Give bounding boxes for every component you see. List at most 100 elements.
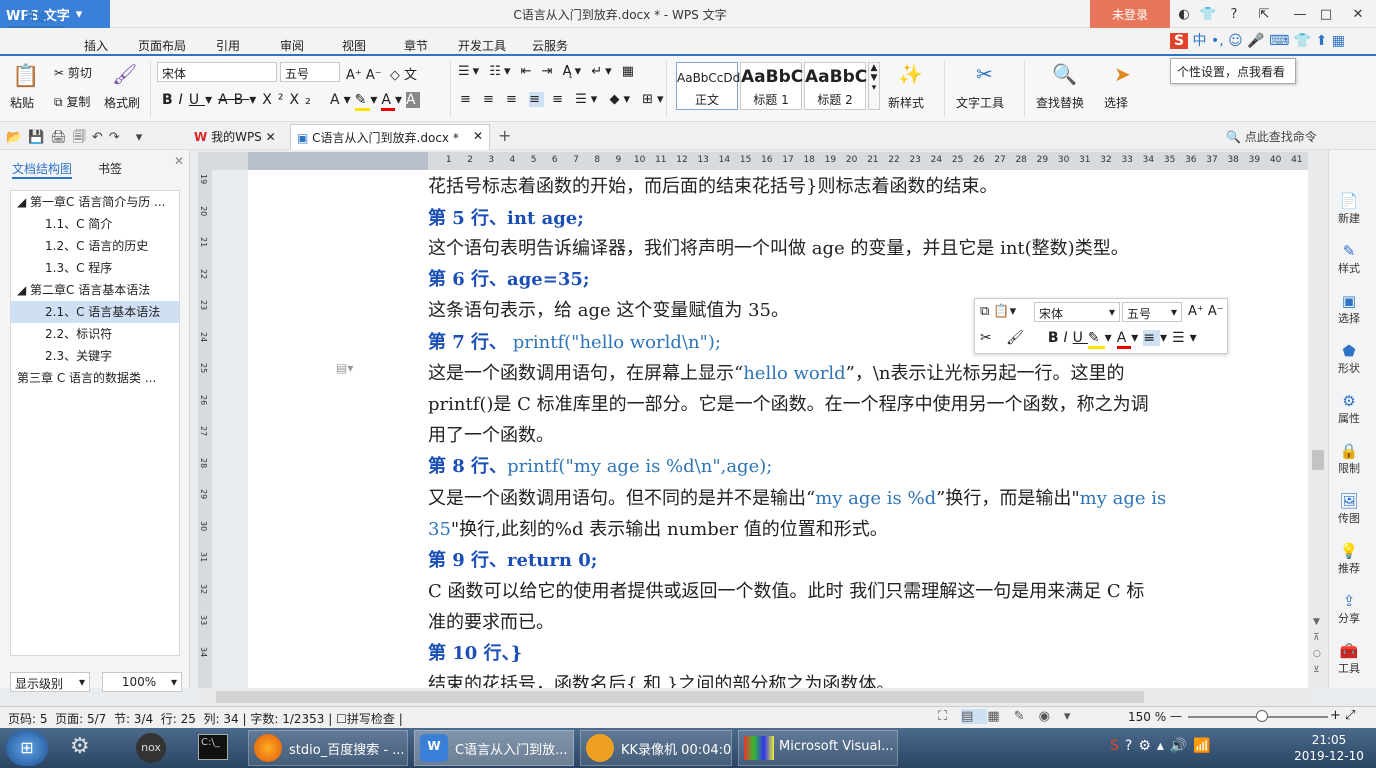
zoom-out-icon[interactable]: — <box>1170 709 1182 723</box>
outline-item[interactable]: 1.2、C 语言的历史 <box>11 235 179 257</box>
view-buttons[interactable]: ⛶▤▦✎◉▾ <box>938 709 1084 724</box>
task-pane-select[interactable]: ▣ 选择 <box>1329 292 1369 326</box>
maximize-button[interactable]: □ <box>1314 4 1338 24</box>
mini-font-grow-shrink[interactable]: A⁺ A⁻ <box>1188 304 1224 319</box>
ime-toolbar[interactable]: S 中 •, ☺ 🎤 ⌨ 👕 ⬆ ▦ <box>1170 30 1370 50</box>
task-pane-recommend[interactable]: 💡 推荐 <box>1329 542 1369 576</box>
task-pane-share[interactable]: ⇪ 分享 <box>1329 592 1369 626</box>
start-button[interactable]: ⊞ <box>6 730 48 766</box>
vertical-scrollbar[interactable] <box>1310 150 1326 688</box>
tab-cloud[interactable]: 云服务 <box>532 37 568 54</box>
help-icon[interactable]: ? <box>1222 4 1246 24</box>
page-nav-buttons[interactable]: ▼ ⊼ ○ ⊻ <box>1313 614 1321 678</box>
cut-button[interactable]: ✂ 剪切 <box>54 64 92 81</box>
hscroll-thumb[interactable] <box>216 691 1144 703</box>
task-pane-shape[interactable]: ⬟ 形状 <box>1329 342 1369 376</box>
search-command[interactable]: 🔍 点此查找命令 <box>1226 128 1317 145</box>
task-pane-tools[interactable]: 🧰 工具 <box>1329 642 1369 676</box>
shirt-icon[interactable]: 👕 <box>1196 4 1220 24</box>
task-pane-properties[interactable]: ⚙ 属性 <box>1329 392 1369 426</box>
outline-item[interactable]: ◢ 第二章C 语言基本语法 <box>11 279 179 301</box>
vertical-ruler[interactable]: 19 20 21 22 23 24 25 26 27 28 29 30 31 32 33 34 <box>198 170 212 688</box>
list-buttons[interactable]: ☰▾ ☷▾ ⇤ ⇥ Ą▾ ↵▾ ▦ <box>458 64 637 79</box>
nox-icon[interactable]: nox <box>136 733 166 763</box>
minimize-button[interactable]: — <box>1288 4 1312 24</box>
close-pane-icon[interactable]: ✕ <box>174 154 184 168</box>
ruler-number: 7 <box>573 155 579 165</box>
task-pane-restrict[interactable]: 🔒 限制 <box>1329 442 1369 476</box>
sogou-icon[interactable]: S <box>1170 33 1189 49</box>
skin-icon[interactable]: ◐ <box>1172 4 1196 24</box>
mini-font-select[interactable]: 宋体 ▾ <box>1034 302 1120 322</box>
font-color-buttons[interactable]: A▾✎▾A▾A <box>330 92 420 111</box>
style-heading2[interactable]: AaBbC 标题 2 <box>804 62 867 110</box>
tab-home[interactable]: 开始 <box>8 4 64 28</box>
tab-review[interactable]: 审阅 <box>280 37 304 54</box>
ruler-number: 4 <box>509 155 516 165</box>
style-normal[interactable]: AaBbCcDd 正文 <box>676 62 740 110</box>
brush-icon[interactable]: 🖌 <box>112 62 137 86</box>
font-format-buttons[interactable]: BIU▾AB▾X²X₂ <box>162 92 317 108</box>
new-style-icon[interactable]: ✨ <box>898 62 923 86</box>
font-select[interactable]: 宋体 <box>157 62 277 82</box>
copy-button[interactable]: ⧉ 复制 <box>54 93 90 110</box>
align-buttons[interactable]: ≡ ≡ ≡ ≡ ≡ ☰▾ ◆▾ ⊞▾ <box>460 92 668 107</box>
style-heading1[interactable]: AaBbC 标题 1 <box>740 62 803 110</box>
cursor-icon[interactable]: ➤ <box>1114 62 1131 86</box>
close-icon[interactable]: ✕ <box>473 129 483 143</box>
clock[interactable]: 21:05 2019-12-10 <box>1284 732 1374 764</box>
task-pane-upload-image[interactable]: 🖼 传图 <box>1329 492 1369 526</box>
settings-gear-icon[interactable]: ⚙ <box>70 734 90 759</box>
tab-references[interactable]: 引用 <box>216 37 240 54</box>
find-replace-button[interactable]: 查找替换 <box>1036 94 1084 111</box>
tab-developer[interactable]: 开发工具 <box>458 37 506 54</box>
new-style-button[interactable]: 新样式 <box>888 94 924 111</box>
outline-item[interactable]: ◢ 第一章C 语言简介与历 ... <box>11 191 179 213</box>
tab-layout[interactable]: 页面布局 <box>138 37 186 54</box>
zoom-slider-thumb[interactable] <box>1256 710 1268 722</box>
styles-more-button[interactable]: ▲ ▼ ▾ <box>868 62 880 110</box>
outline-item[interactable]: 第三章 C 语言的数据类 ... <box>11 367 179 389</box>
tab-chapter[interactable]: 章节 <box>404 37 428 54</box>
system-tray[interactable]: S?⚙▴🔊📶 <box>1110 738 1217 754</box>
outline-item[interactable]: 2.1、C 语言基本语法 <box>11 301 179 323</box>
tab-outline[interactable]: 文档结构图 <box>12 160 73 179</box>
tab-bookmark[interactable]: 书签 <box>98 160 122 177</box>
cmd-icon[interactable]: C:\_ <box>198 734 228 760</box>
new-tab-button[interactable]: + <box>498 126 511 145</box>
select-button[interactable]: 选择 <box>1104 94 1128 111</box>
quick-access-toolbar[interactable]: 📂💾🖨🗐↶↷ ▾ <box>6 128 148 150</box>
tab-my-wps[interactable]: W 我的WPS ✕ <box>194 128 276 145</box>
tab-current-document[interactable]: ▣ C语言从入门到放弃.docx * ✕ <box>290 124 490 150</box>
task-pane-new[interactable]: 📄 新建 <box>1329 192 1369 226</box>
outline-item[interactable]: 1.1、C 简介 <box>11 213 179 235</box>
mini-size-select[interactable]: 五号 ▾ <box>1122 302 1182 322</box>
outline-item[interactable]: 2.2、标识符 <box>11 323 179 345</box>
close-button[interactable]: ✕ <box>1346 4 1370 24</box>
tab-insert[interactable]: 插入 <box>84 37 108 54</box>
login-button[interactable]: 未登录 <box>1090 0 1170 28</box>
copy-paste-icons[interactable]: ⧉ 📋▾ <box>980 304 1016 319</box>
mini-format-buttons[interactable]: ✂ 🖌 BIU✎▾A▾≡▾☰▾ <box>980 330 1202 349</box>
zoom-level[interactable]: 150 % <box>1128 710 1166 724</box>
scroll-thumb[interactable] <box>1312 450 1324 470</box>
outline-item[interactable]: 2.3、关键字 <box>11 345 179 367</box>
paragraph-handle-icon[interactable]: ▤▾ <box>336 361 353 375</box>
paste-icon[interactable]: 📋 <box>12 64 39 89</box>
font-size-select[interactable]: 五号 <box>280 62 340 82</box>
copy-icon: ⧉ <box>54 95 67 109</box>
zoom-in-icon[interactable]: + ⤢ <box>1330 708 1355 723</box>
level-select[interactable]: 显示级别 ▾ <box>10 672 90 692</box>
spell-check[interactable]: 拼写检查 <box>347 712 395 726</box>
find-replace-icon[interactable]: 🔍 <box>1052 62 1077 86</box>
task-pane-style[interactable]: ✎ 样式 <box>1329 242 1369 276</box>
fullscreen-icon[interactable]: ⇱ <box>1252 4 1276 24</box>
paste-button[interactable]: 粘贴 <box>10 94 34 111</box>
font-grow-shrink[interactable]: A⁺ A⁻ ◇ 文 <box>346 64 417 83</box>
outline-item[interactable]: 1.3、C 程序 <box>11 257 179 279</box>
text-tools-button[interactable]: 文字工具 <box>956 94 1004 111</box>
zoom-select[interactable]: 100% ▾ <box>102 672 182 692</box>
tab-view[interactable]: 视图 <box>342 37 366 54</box>
format-painter-button[interactable]: 格式刷 <box>104 94 140 111</box>
text-tools-icon[interactable]: ✂ <box>976 62 993 86</box>
